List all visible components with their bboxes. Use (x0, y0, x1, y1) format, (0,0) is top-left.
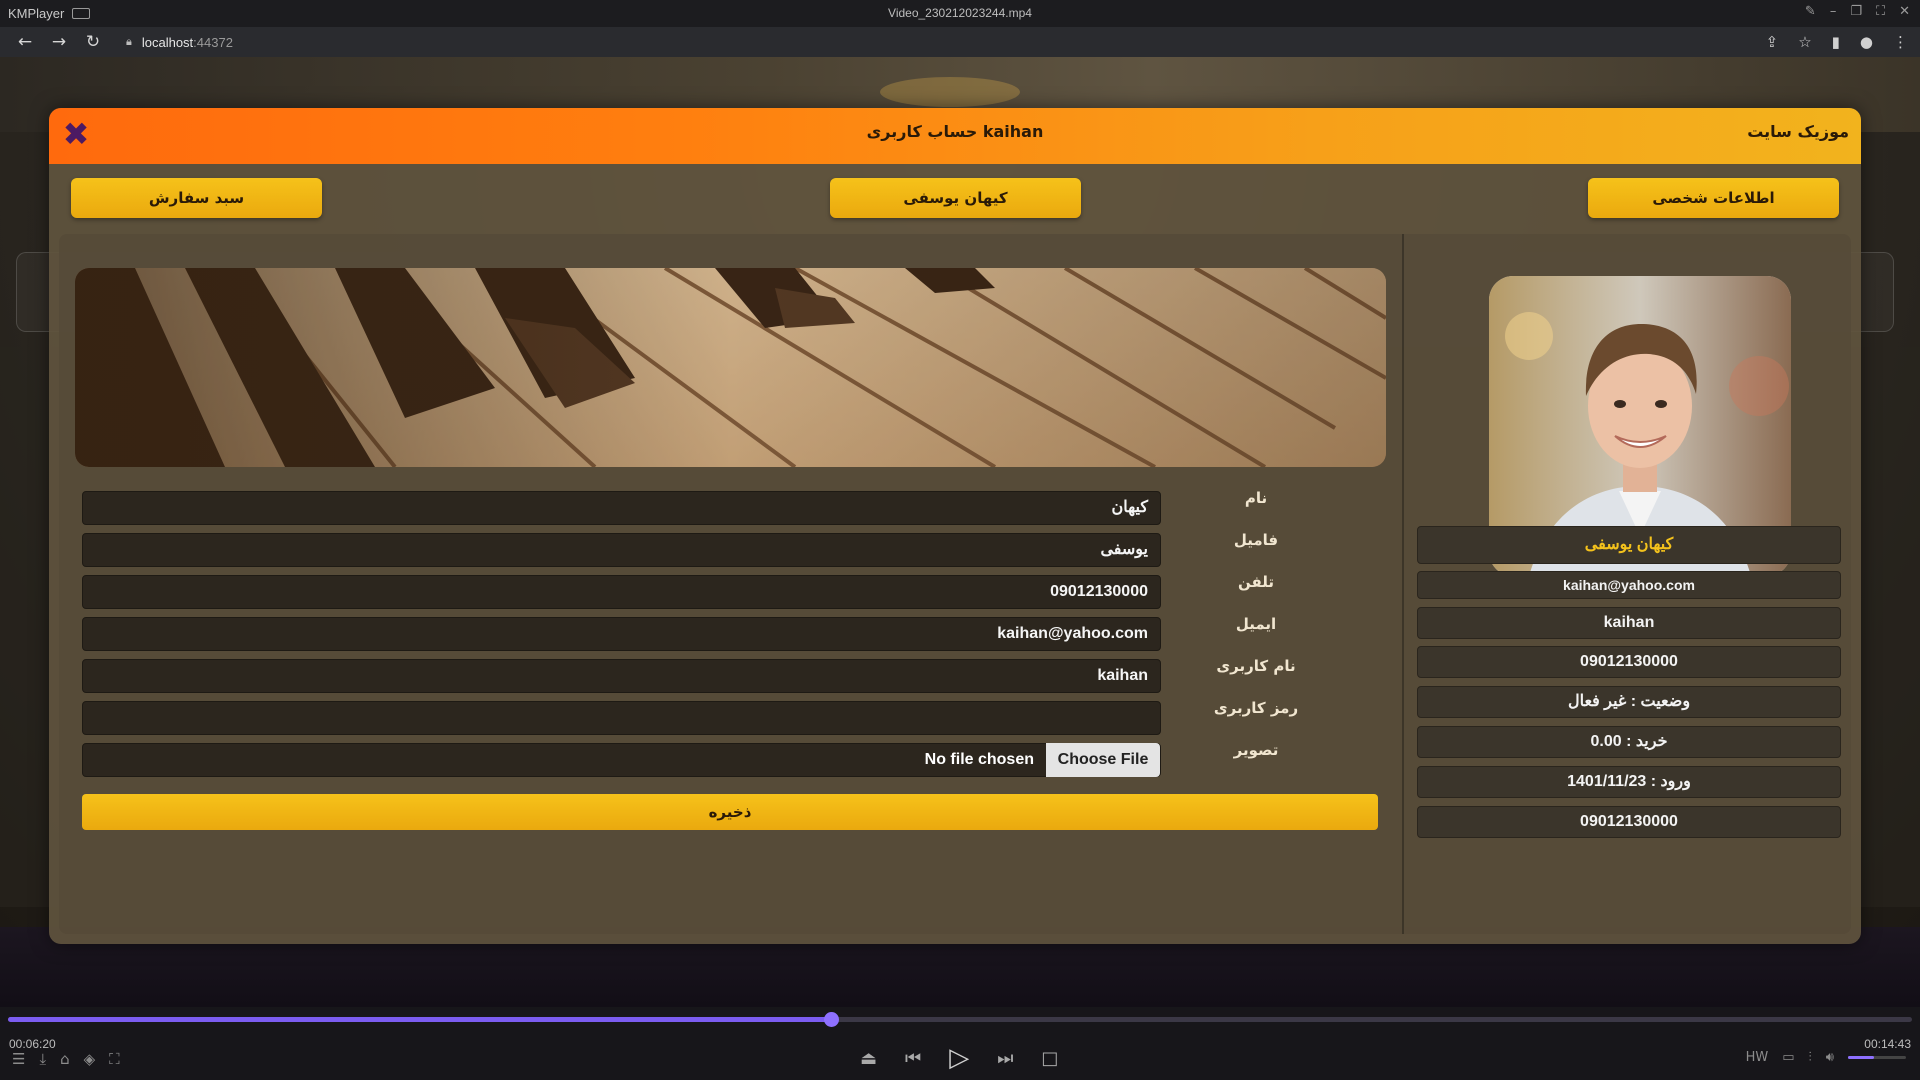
profile-icon[interactable]: ● (1860, 33, 1873, 51)
choose-file-button[interactable]: Choose File (1046, 743, 1160, 777)
email-field[interactable]: kaihan@yahoo.com (82, 617, 1161, 651)
password-label: رمز کاربری (1213, 699, 1299, 717)
minimize-icon[interactable]: – (1830, 4, 1837, 19)
time-current: 00:06:20 (9, 1037, 56, 1051)
window-controls: ✎ – ❐ ⛶ ✕ (1805, 4, 1910, 19)
image-label: تصویر (1233, 741, 1279, 759)
last-name-label: فامیل (1233, 531, 1279, 549)
tab-order-basket[interactable]: سبد سفارش (71, 178, 322, 218)
share-icon[interactable]: ⇪ (1766, 33, 1779, 51)
reload-icon[interactable]: ↻ (84, 32, 102, 52)
email-label: ایمیل (1235, 615, 1277, 633)
address-bar[interactable]: 🔒︎ localhost:44372 (126, 35, 233, 50)
subtitle-icon[interactable]: ▭ (1782, 1050, 1794, 1065)
forward-icon[interactable]: → (50, 32, 68, 52)
playback-controls: ⏏ ⏮ ▷ ⏭ □ (860, 1043, 1058, 1073)
phone-field[interactable]: 09012130000 (82, 575, 1161, 609)
form-row-password: رمز کاربری (82, 699, 1298, 735)
previous-icon[interactable]: ⏮ (905, 1048, 921, 1069)
content-panel: کیهان نام یوسفی فامیل 09012130000 تلفن k… (59, 234, 1851, 934)
password-field[interactable] (82, 701, 1161, 735)
menu-icon[interactable] (72, 8, 91, 19)
url-port: :44372 (193, 34, 233, 50)
profile-email: kaihan@yahoo.com (1417, 571, 1841, 599)
capture-icon[interactable]: ⛶ (109, 1050, 120, 1068)
close-window-icon[interactable]: ✕ (1899, 4, 1910, 19)
profile-full-name: کیهان یوسفی (1417, 526, 1841, 564)
form-row-email: kaihan@yahoo.com ایمیل (82, 615, 1276, 651)
hw-icon[interactable]: HW (1746, 1050, 1769, 1065)
seek-progress (8, 1017, 831, 1022)
browser-toolbar: ← → ↻ 🔒︎ localhost:44372 ⇪ ☆ ▮ ● ⋮ (0, 27, 1920, 57)
profile-phone-secondary: 09012130000 (1417, 806, 1841, 838)
star-icon[interactable]: ☆ (1798, 33, 1811, 51)
playlist-icon[interactable]: ☰ (12, 1050, 25, 1068)
browser-actions: ⇪ ☆ ▮ ● ⋮ (1766, 33, 1908, 51)
app-name: KMPlayer (8, 6, 65, 21)
back-icon[interactable]: ← (16, 32, 34, 52)
stop-icon[interactable]: □ (1041, 1048, 1058, 1069)
profile-phone: 09012130000 (1417, 646, 1841, 678)
sidebar-icon[interactable]: ▮ (1832, 33, 1840, 51)
file-status: No file chosen (924, 751, 1034, 768)
video-area: حساب کاربری kaihan موزیک سایت ✖ اطلاعات … (0, 57, 1920, 1007)
equalizer-icon[interactable]: ⫶ (1809, 1050, 1812, 1065)
volume-level (1848, 1056, 1875, 1059)
download-icon[interactable]: ⤓ (39, 1050, 46, 1068)
modal-title: حساب کاربری kaihan (866, 122, 1044, 141)
form-row-last-name: یوسفی فامیل (82, 531, 1278, 567)
seek-handle[interactable] (823, 1012, 839, 1027)
form-row-phone: 09012130000 تلفن (82, 573, 1274, 609)
player-controls: 00:06:20 00:14:43 ☰ ⤓ ⌂ ◈ ⛶ ⏏ ⏮ ▷ ⏭ □ HW… (0, 1007, 1920, 1080)
form-row-image: No file chosen Choose File تصویر (82, 741, 1278, 777)
phone-label: تلفن (1237, 573, 1275, 591)
save-button[interactable]: ذخیره (82, 794, 1378, 830)
play-icon[interactable]: ▷ (949, 1043, 969, 1073)
piano-banner-image (75, 268, 1386, 467)
seek-bar[interactable] (8, 1012, 1912, 1027)
player-left-tools: ☰ ⤓ ⌂ ◈ ⛶ (12, 1050, 120, 1068)
fullscreen-icon[interactable]: ⛶ (1876, 4, 1885, 19)
image-file-input[interactable]: No file chosen Choose File (82, 743, 1161, 777)
next-icon[interactable]: ⏭ (997, 1048, 1013, 1069)
3d-icon[interactable]: ◈ (84, 1050, 96, 1068)
profile-purchase: خرید : 0.00 (1417, 726, 1841, 758)
first-name-label: نام (1244, 489, 1268, 507)
vr-icon[interactable]: ⌂ (60, 1050, 70, 1068)
background-glow (880, 77, 1020, 107)
first-name-field[interactable]: کیهان (82, 491, 1161, 525)
close-icon[interactable]: ✖ (59, 116, 93, 152)
player-right-tools: HW ▭ ⫶ 🔊︎ (1746, 1050, 1906, 1065)
lock-icon: 🔒︎ (126, 35, 132, 48)
profile-login-date: ورود : 1401/11/23 (1417, 766, 1841, 798)
panel-divider (1402, 234, 1404, 934)
last-name-field[interactable]: یوسفی (82, 533, 1161, 567)
username-label: نام کاربری (1216, 657, 1296, 675)
player-title-bar: KMPlayer Video_230212023244.mp4 ✎ – ❐ ⛶ … (0, 0, 1920, 27)
form-row-username: kaihan نام کاربری (82, 657, 1296, 693)
url-host: localhost (141, 34, 194, 50)
volume-slider[interactable] (1848, 1056, 1906, 1059)
volume-icon[interactable]: 🔊︎ (1826, 1050, 1834, 1065)
tab-personal-info[interactable]: اطلاعات شخصی (1588, 178, 1839, 218)
site-name: موزیک سایت (1747, 122, 1849, 141)
eject-icon[interactable]: ⏏ (860, 1048, 877, 1069)
restore-icon[interactable]: ❐ (1850, 4, 1862, 19)
pin-icon[interactable]: ✎ (1805, 4, 1816, 19)
piano-keys-illustration (75, 268, 1386, 467)
more-icon[interactable]: ⋮ (1893, 33, 1908, 51)
tab-user-name[interactable]: کیهان یوسفی (830, 178, 1081, 218)
file-name: Video_230212023244.mp4 (888, 6, 1032, 20)
username-field[interactable]: kaihan (82, 659, 1161, 693)
time-total: 00:14:43 (1864, 1037, 1911, 1051)
profile-username: kaihan (1417, 607, 1841, 639)
modal-header: حساب کاربری kaihan موزیک سایت ✖ (49, 108, 1861, 164)
profile-status: وضعیت : غیر فعال (1417, 686, 1841, 718)
account-modal: حساب کاربری kaihan موزیک سایت ✖ اطلاعات … (49, 108, 1861, 944)
form-row-first-name: کیهان نام (82, 489, 1267, 525)
